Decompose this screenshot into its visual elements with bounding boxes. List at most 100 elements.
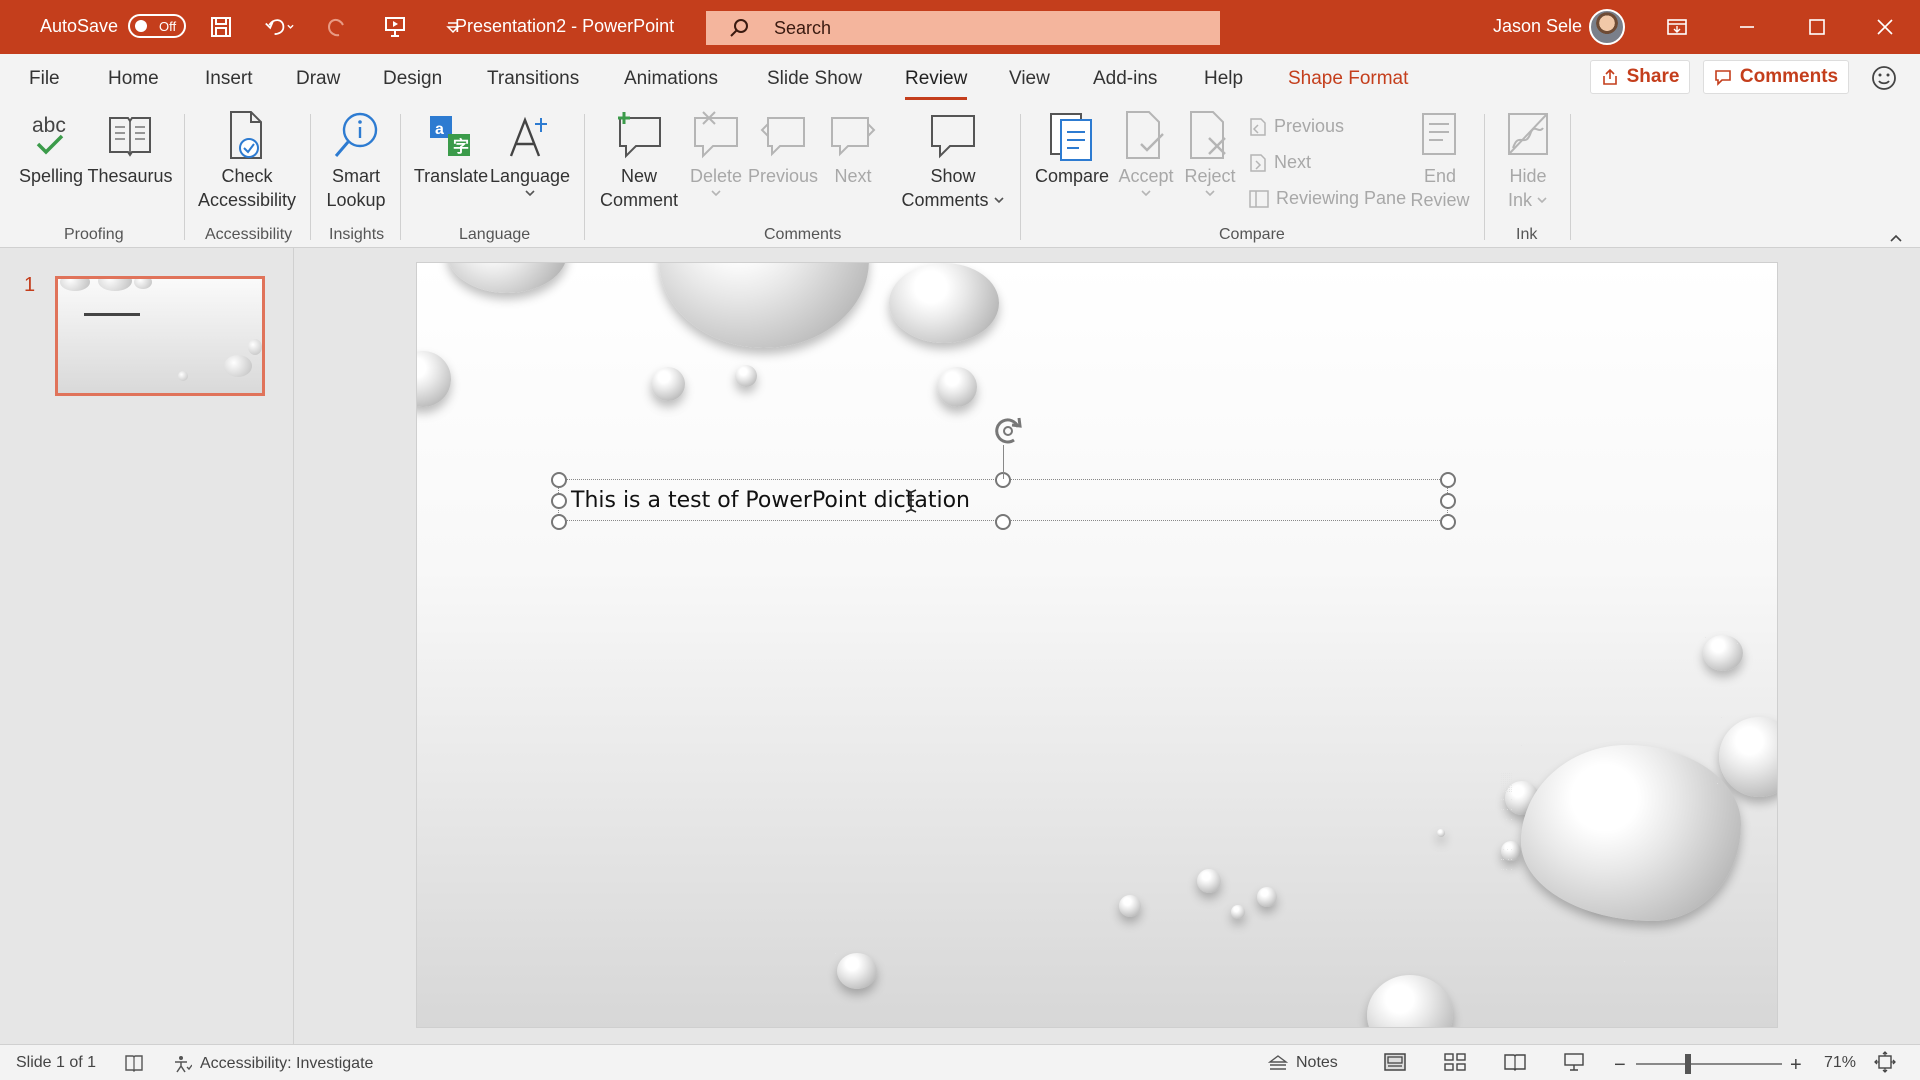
check-accessibility-button[interactable]: Check Accessibility — [196, 110, 298, 212]
reject-button[interactable]: Reject — [1180, 110, 1240, 198]
tab-insert[interactable]: Insert — [205, 68, 253, 90]
previous-comment-icon — [758, 110, 808, 162]
search-box[interactable]: Search — [706, 11, 1220, 45]
fit-to-window-icon[interactable] — [1874, 1051, 1896, 1073]
collapse-ribbon-icon[interactable] — [1888, 230, 1904, 246]
slide[interactable] — [416, 262, 1778, 1028]
previous-comment-button[interactable]: Previous — [748, 110, 818, 188]
end-review-button[interactable]: End Review — [1404, 110, 1476, 212]
water-drop — [1721, 717, 1722, 718]
zoom-in-button[interactable]: + — [1790, 1054, 1802, 1077]
smart-lookup-button[interactable]: Smart Lookup — [320, 110, 392, 212]
language-button[interactable]: Language — [490, 110, 570, 198]
accept-button[interactable]: Accept — [1114, 110, 1178, 198]
tab-file[interactable]: File — [29, 68, 60, 90]
water-drop — [1501, 869, 1502, 870]
spelling-button[interactable]: abc Spelling — [18, 110, 84, 188]
tab-slide-show[interactable]: Slide Show — [767, 68, 862, 90]
show-comments-button[interactable]: Show Comments — [894, 110, 1012, 212]
previous-change-button[interactable]: Previous — [1248, 116, 1344, 137]
translate-button[interactable]: a字 Translate — [414, 110, 488, 188]
hide-ink-button[interactable]: Hide Ink — [1494, 110, 1562, 212]
ribbon-display-options-icon[interactable] — [1657, 10, 1697, 44]
show-comments-icon — [928, 110, 978, 162]
tab-shape-format[interactable]: Shape Format — [1288, 68, 1408, 90]
water-drop — [1507, 839, 1508, 840]
tab-view[interactable]: View — [1009, 68, 1050, 90]
slide-sorter-icon[interactable] — [1443, 1051, 1467, 1073]
group-separator — [1570, 114, 1571, 240]
water-drop — [1505, 785, 1506, 786]
tab-review[interactable]: Review — [905, 68, 968, 100]
feedback-smiley-icon[interactable] — [1870, 64, 1898, 92]
water-drop — [1504, 829, 1505, 830]
undo-icon[interactable] — [264, 13, 294, 41]
save-icon[interactable] — [206, 13, 236, 41]
tab-draw[interactable]: Draw — [296, 68, 340, 90]
notes-book-icon[interactable] — [124, 1054, 144, 1072]
reviewing-pane-icon — [1249, 189, 1269, 208]
minimize-icon[interactable] — [1727, 10, 1767, 44]
thesaurus-button[interactable]: Thesaurus — [87, 110, 173, 188]
share-button[interactable]: Share — [1590, 60, 1690, 94]
start-from-beginning-icon[interactable] — [380, 13, 410, 41]
water-drop — [1509, 773, 1510, 774]
group-separator — [1484, 114, 1485, 240]
tab-transitions[interactable]: Transitions — [487, 68, 579, 90]
slide-number: 1 — [24, 274, 36, 296]
resize-handle-bottom-left[interactable] — [551, 514, 567, 530]
maximize-icon[interactable] — [1797, 10, 1837, 44]
tab-home[interactable]: Home — [108, 68, 159, 90]
zoom-slider-thumb[interactable] — [1685, 1054, 1691, 1074]
tab-add-ins[interactable]: Add-ins — [1093, 68, 1157, 90]
resize-handle-bottom-right[interactable] — [1440, 514, 1456, 530]
normal-view-icon[interactable] — [1383, 1051, 1407, 1073]
reading-view-icon[interactable] — [1503, 1051, 1527, 1073]
tab-animations[interactable]: Animations — [624, 68, 718, 90]
water-drop — [1511, 859, 1512, 860]
next-change-label: Next — [1274, 152, 1312, 172]
user-avatar[interactable] — [1589, 9, 1625, 45]
zoom-level[interactable]: 71% — [1824, 1054, 1856, 1072]
group-label-compare: Compare — [1219, 226, 1285, 243]
resize-handle-right[interactable] — [1440, 493, 1456, 509]
water-drop — [1501, 779, 1502, 780]
group-separator — [584, 114, 585, 240]
close-icon[interactable] — [1865, 10, 1905, 44]
zoom-slider-track[interactable] — [1636, 1063, 1782, 1065]
water-drop — [1511, 773, 1512, 774]
chevron-down-icon — [525, 190, 535, 197]
water-drop — [837, 953, 877, 989]
user-name[interactable]: Jason Sele — [1493, 16, 1582, 37]
delete-comment-button[interactable]: Delete — [686, 110, 746, 198]
autosave-toggle[interactable]: Off — [128, 14, 187, 38]
comments-button[interactable]: Comments — [1703, 60, 1849, 94]
new-comment-button[interactable]: New Comment — [594, 110, 684, 212]
notes-button[interactable]: Notes — [1268, 1054, 1338, 1072]
water-drop — [1501, 775, 1502, 776]
compare-button[interactable]: Compare — [1032, 110, 1112, 188]
zoom-out-button[interactable]: − — [1614, 1054, 1626, 1077]
accessibility-status[interactable]: Accessibility: Investigate — [172, 1054, 373, 1074]
next-change-button[interactable]: Next — [1248, 152, 1311, 173]
rotate-handle-icon[interactable] — [990, 413, 1026, 449]
water-drop — [1503, 839, 1504, 840]
resize-handle-bottom[interactable] — [995, 514, 1011, 530]
water-drop — [1505, 781, 1506, 782]
reviewing-pane-button[interactable]: Reviewing Pane — [1248, 188, 1406, 209]
tab-help[interactable]: Help — [1204, 68, 1243, 90]
slide-thumbnail[interactable] — [55, 276, 265, 396]
resize-handle-top-right[interactable] — [1440, 472, 1456, 488]
water-drop — [1501, 789, 1502, 790]
next-comment-button[interactable]: Next — [820, 110, 886, 188]
resize-handle-top-left[interactable] — [551, 472, 567, 488]
redo-icon[interactable] — [322, 13, 352, 41]
slide-show-icon[interactable] — [1562, 1051, 1586, 1073]
ribbon: abc Spelling Thesaurus Proofing Check Ac… — [0, 106, 1920, 248]
autosave-control[interactable]: AutoSave Off — [40, 14, 187, 38]
resize-handle-left[interactable] — [551, 493, 567, 509]
water-drop — [1501, 777, 1502, 778]
tab-design[interactable]: Design — [383, 68, 442, 90]
water-drop — [1503, 787, 1504, 788]
accessibility-icon — [175, 1056, 192, 1073]
